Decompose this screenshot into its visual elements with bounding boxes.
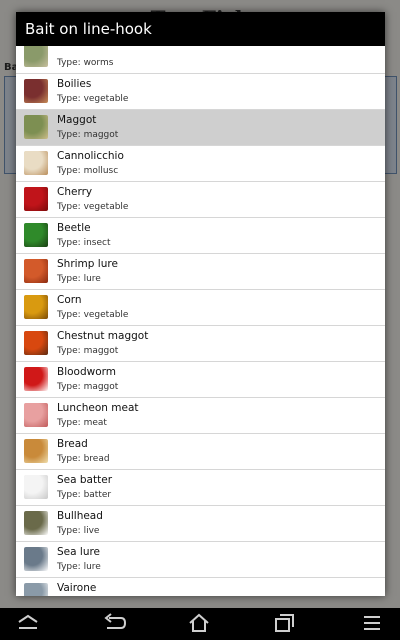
bait-name: Sea lure	[57, 546, 101, 558]
bait-name: Maggot	[57, 114, 97, 126]
bait-list-item[interactable]: Chestnut maggot Type: maggot	[16, 326, 385, 362]
cherry-thumb	[24, 187, 48, 211]
bait-list-item[interactable]: Type: worms	[16, 46, 385, 74]
bait-name: Chestnut maggot	[57, 330, 149, 342]
beetle-thumb	[24, 223, 48, 247]
bait-list-item[interactable]: Shrimp lure Type: lure	[16, 254, 385, 290]
bait-list-item[interactable]: Sea lure Type: lure	[16, 542, 385, 578]
maggot-thumb	[24, 115, 48, 139]
nav-expand-button[interactable]	[8, 612, 48, 636]
bait-name: Corn	[57, 294, 82, 306]
bait-list-item[interactable]: Bloodworm Type: maggot	[16, 362, 385, 398]
sea-lure-thumb	[24, 547, 48, 571]
nav-menu-button[interactable]	[352, 612, 392, 636]
corn-thumb	[24, 295, 48, 319]
bait-list-item[interactable]: Maggot Type: maggot	[16, 110, 385, 146]
bait-type: Type: lure	[57, 562, 101, 572]
nav-back-button[interactable]	[94, 612, 134, 636]
bait-name: Beetle	[57, 222, 91, 234]
luncheon-meat-thumb	[24, 403, 48, 427]
bait-list-item[interactable]: Boilies Type: vegetable	[16, 74, 385, 110]
bait-type: Type: worms	[57, 58, 114, 68]
bait-name: Boilies	[57, 78, 92, 90]
bait-type: Type: insect	[57, 238, 111, 248]
bait-type: Type: batter	[57, 490, 112, 500]
bait-list-item[interactable]: Cannolicchio Type: mollusc	[16, 146, 385, 182]
boilies-thumb	[24, 79, 48, 103]
bait-type: Type: maggot	[57, 346, 119, 356]
nav-home-icon	[189, 613, 209, 632]
vairone-thumb	[24, 583, 48, 596]
bait-type: Type: vegetable	[57, 202, 129, 212]
chestnut-maggot-thumb	[24, 331, 48, 355]
bait-name: Luncheon meat	[57, 402, 139, 414]
bait-list-item[interactable]: Vairone	[16, 578, 385, 596]
bait-list-items: Type: worms Boilies Type: vegetable Maggot T…	[16, 46, 385, 596]
nav-menu-icon	[364, 616, 380, 630]
dialog-title: Bait on line-hook	[16, 12, 385, 46]
bait-type: Type: maggot	[57, 130, 119, 140]
bread-thumb	[24, 439, 48, 463]
bait-dialog: Bait on line-hook Type: worms Boilies Type…	[16, 12, 385, 596]
bait-name: Bloodworm	[57, 366, 117, 378]
bait-type: Type: maggot	[57, 382, 119, 392]
bait-name: Vairone	[57, 582, 97, 594]
bait-list-item[interactable]: Bullhead Type: live	[16, 506, 385, 542]
system-navigation-bar	[0, 608, 400, 640]
bait-list-item[interactable]: Beetle Type: insect	[16, 218, 385, 254]
shrimp-lure-thumb	[24, 259, 48, 283]
bait-list-item[interactable]: Corn Type: vegetable	[16, 290, 385, 326]
bait-type: Type: bread	[57, 454, 110, 464]
bait-type: Type: live	[57, 526, 100, 536]
bait-type: Type: meat	[57, 418, 107, 428]
bait-type: Type: vegetable	[57, 94, 129, 104]
nav-recent-apps-button[interactable]	[264, 612, 304, 636]
nav-recent-apps-icon	[275, 614, 294, 632]
bait-name: Cherry	[57, 186, 93, 198]
bait-list[interactable]: Type: worms Boilies Type: vegetable Maggot T…	[16, 46, 385, 596]
bait-list-item[interactable]: Cherry Type: vegetable	[16, 182, 385, 218]
bait-list-item[interactable]: Bread Type: bread	[16, 434, 385, 470]
worms-thumb	[24, 46, 48, 67]
bait-type: Type: mollusc	[57, 166, 119, 176]
bait-list-item[interactable]: Sea batter Type: batter	[16, 470, 385, 506]
bait-type: Type: lure	[57, 274, 101, 284]
bait-name: Bullhead	[57, 510, 103, 522]
bloodworm-thumb	[24, 367, 48, 391]
nav-home-button[interactable]	[179, 612, 219, 636]
nav-expand-icon	[18, 614, 38, 629]
bullhead-thumb	[24, 511, 48, 535]
bait-name: Shrimp lure	[57, 258, 118, 270]
sea-batter-thumb	[24, 475, 48, 499]
bait-name: Sea batter	[57, 474, 113, 486]
bait-type: Type: vegetable	[57, 310, 129, 320]
cannolicchio-thumb	[24, 151, 48, 175]
nav-back-icon	[104, 613, 127, 629]
bait-list-item[interactable]: Luncheon meat Type: meat	[16, 398, 385, 434]
bait-name: Cannolicchio	[57, 150, 124, 162]
bait-name: Bread	[57, 438, 88, 450]
